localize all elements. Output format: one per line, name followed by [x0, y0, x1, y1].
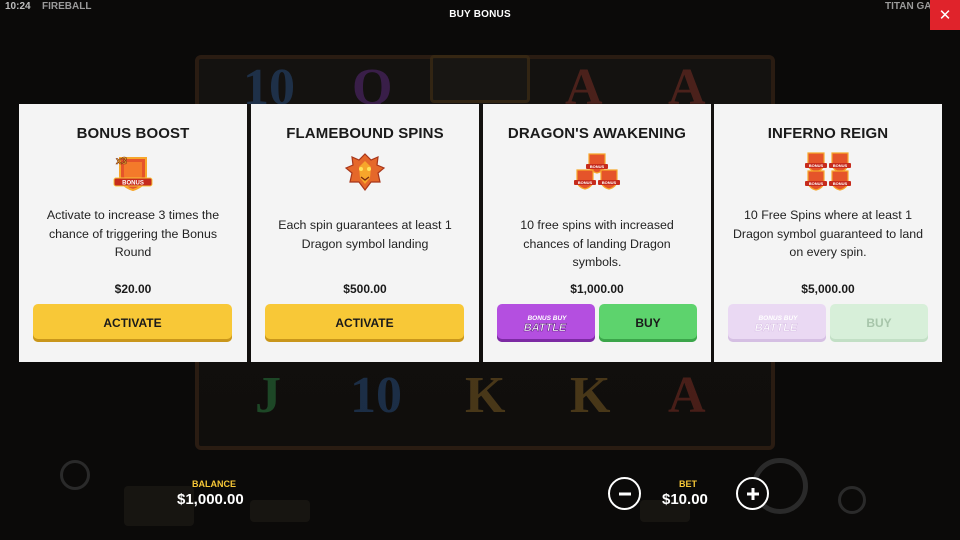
bet-value: $10.00 [662, 491, 708, 508]
bonus-x3-shield-icon: BONUS x3 [113, 156, 153, 192]
card-description: 10 Free Spins where at least 1 Dragon sy… [732, 208, 924, 259]
icon-label: BONUS [578, 180, 593, 185]
bonus-buy-battle-button[interactable]: BONUS BUY BATTLE [497, 304, 595, 342]
bonus-cards: BONUS BOOST BONUS x3 Activate to increas… [19, 104, 942, 362]
card-description: Activate to increase 3 times the chance … [46, 208, 220, 259]
bet-label: BET [679, 479, 697, 489]
dragon-head-icon [344, 153, 386, 191]
card-price: $500.00 [343, 282, 387, 296]
page-title: BUY BONUS [449, 9, 511, 20]
svg-text:BATTLE: BATTLE [755, 322, 798, 334]
bg-symbol: 10 [350, 367, 402, 424]
card-description: 10 free spins with increased chances of … [520, 218, 674, 269]
three-bonus-shields-icon: BONUS BONUS BONUS [574, 153, 620, 190]
svg-text:BONUS BUY: BONUS BUY [758, 315, 798, 322]
bg-symbol: K [465, 367, 506, 424]
card-bonus-boost: BONUS BOOST BONUS x3 Activate to increas… [19, 104, 247, 362]
increase-bet-button[interactable] [736, 477, 769, 510]
bg-autoplay-button [838, 486, 866, 514]
bg-panel [250, 500, 310, 522]
icon-label: BONUS [590, 164, 605, 169]
card-flamebound-spins: FLAMEBOUND SPINS Each spin guarantees at… [251, 104, 479, 362]
card-dragons-awakening: DRAGON'S AWAKENING BONUS BONUS BONUS 10 … [483, 104, 711, 362]
svg-text:BONUS BUY: BONUS BUY [527, 315, 567, 322]
activate-button[interactable]: ACTIVATE [33, 304, 232, 342]
minus-icon [618, 492, 631, 495]
card-price: $20.00 [114, 282, 152, 296]
bg-info-button [60, 460, 90, 490]
card-title: BONUS BOOST [76, 125, 190, 142]
bg-symbol: A [668, 367, 706, 424]
icon-label: BONUS [833, 181, 848, 186]
icon-label: BONUS [122, 181, 144, 187]
card-description: Each spin guarantees at least 1 Dragon s… [278, 218, 452, 251]
card-title: FLAMEBOUND SPINS [286, 125, 444, 142]
plus-icon [746, 487, 759, 500]
bg-emblem [430, 55, 530, 103]
icon-label: BONUS [809, 181, 824, 186]
card-price: $5,000.00 [801, 282, 855, 296]
close-icon: ✕ [938, 7, 952, 24]
activate-button[interactable]: ACTIVATE [265, 304, 464, 342]
buy-button[interactable]: BUY [830, 304, 928, 342]
bonus-buy-battle-logo-icon: BONUS BUY BATTLE [754, 315, 798, 334]
bonus-buy-battle-logo-icon: BONUS BUY BATTLE [523, 315, 567, 334]
card-inferno-reign: INFERNO REIGN BONUS BONUS BONUS BONUS 10… [714, 104, 942, 362]
balance-value: $1,000.00 [177, 491, 244, 508]
icon-label: BONUS [602, 180, 617, 185]
card-title: DRAGON'S AWAKENING [507, 125, 687, 142]
icon-label: BONUS [833, 163, 848, 168]
close-button[interactable]: ✕ [930, 0, 960, 30]
card-price: $1,000.00 [570, 282, 624, 296]
icon-multiplier: x3 [116, 156, 128, 167]
bonus-buy-battle-button[interactable]: BONUS BUY BATTLE [728, 304, 826, 342]
bg-symbol: J [255, 367, 281, 424]
svg-text:BATTLE: BATTLE [524, 322, 567, 334]
balance-label: BALANCE [192, 479, 236, 489]
four-bonus-shields-icon: BONUS BONUS BONUS BONUS [805, 152, 851, 191]
card-title: INFERNO REIGN [767, 125, 889, 142]
bg-symbol: K [570, 367, 611, 424]
icon-label: BONUS [809, 163, 824, 168]
buy-button[interactable]: BUY [599, 304, 697, 342]
decrease-bet-button[interactable] [608, 477, 641, 510]
